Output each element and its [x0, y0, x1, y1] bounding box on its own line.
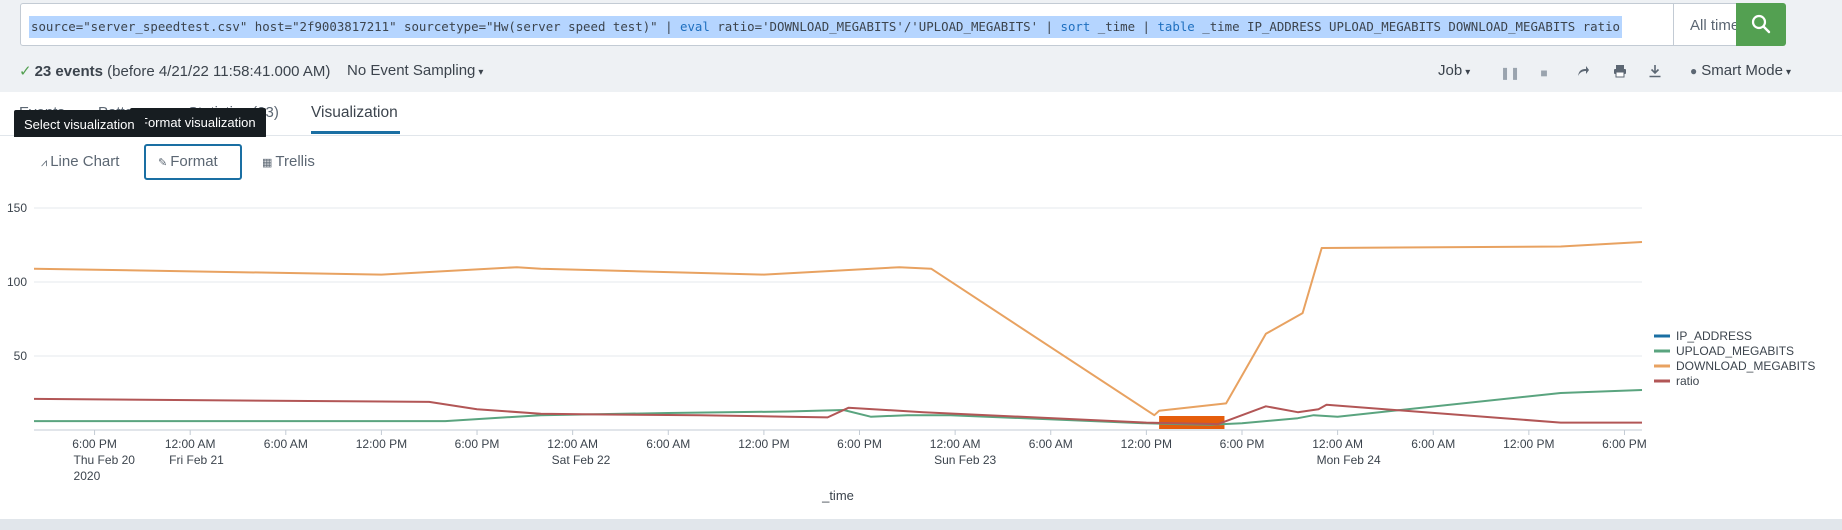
- x-tick-label: Thu Feb 20: [74, 453, 136, 467]
- visualization-toolbar: ⩘ Line Chart ✎ Format ▦ Trellis: [0, 137, 1842, 187]
- x-tick-label: 2020: [74, 469, 101, 483]
- x-tick-label: 12:00 PM: [1121, 437, 1172, 451]
- format-visualization-tooltip: Format visualization: [130, 108, 266, 144]
- y-tick-label: 100: [7, 275, 27, 289]
- line-chart-icon: ⩘: [41, 157, 48, 169]
- legend-label: DOWNLOAD_MEGABITS: [1676, 359, 1815, 373]
- x-tick-label: Sat Feb 22: [552, 453, 611, 467]
- legend-label: IP_ADDRESS: [1676, 329, 1752, 343]
- event-sampling-dropdown[interactable]: No Event Sampling ▾: [347, 62, 483, 79]
- y-tick-label: 150: [7, 201, 27, 215]
- x-tick-label: 6:00 AM: [1411, 437, 1455, 451]
- chevron-down-icon: ▾: [478, 67, 484, 78]
- line-chart-button[interactable]: ⩘ Line Chart: [28, 144, 132, 180]
- format-tooltip-text: Format visualization: [140, 115, 256, 130]
- events-count: 23 events: [34, 63, 103, 80]
- search-input[interactable]: source="server_speedtest.csv" host="2f90…: [20, 3, 1674, 46]
- line-chart-label: Line Chart: [50, 153, 120, 170]
- trellis-icon: ▦: [262, 157, 273, 169]
- x-tick-label: 12:00 AM: [547, 437, 598, 451]
- pencil-icon: ✎: [158, 157, 168, 169]
- search-mode-label: Smart Mode: [1701, 62, 1783, 79]
- search-button[interactable]: [1736, 3, 1786, 46]
- lightbulb-icon: ●: [1690, 64, 1698, 78]
- x-tick-label: 6:00 PM: [837, 437, 882, 451]
- x-tick-label: Mon Feb 24: [1317, 453, 1381, 467]
- active-tab-indicator: [311, 131, 400, 134]
- time-range-picker[interactable]: All time▾: [1674, 3, 1748, 46]
- query-text-segment: _time |: [1090, 19, 1158, 34]
- query-text-segment: _time IP_ADDRESS UPLOAD_MEGABITS DOWNLOA…: [1194, 19, 1620, 34]
- x-tick-label: 6:00 PM: [72, 437, 117, 451]
- x-axis-title: _time: [821, 488, 854, 503]
- search-mode-dropdown[interactable]: ● Smart Mode ▾: [1690, 62, 1791, 79]
- x-tick-label: 12:00 PM: [1503, 437, 1554, 451]
- format-button[interactable]: ✎ Format: [144, 144, 242, 180]
- x-tick-label: 6:00 PM: [455, 437, 500, 451]
- y-tick-label: 50: [14, 349, 28, 363]
- share-icon[interactable]: [1574, 64, 1592, 82]
- time-range-label: All time: [1690, 17, 1740, 34]
- line-chart: 50 100 150 6:00 PM Thu Feb 20 2020 12:00 AM Fri…: [0, 190, 1842, 520]
- x-tick-label: 6:00 AM: [264, 437, 308, 451]
- chart-svg: 50 100 150 6:00 PM Thu Feb 20 2020 12:00 AM Fri…: [7, 201, 1815, 503]
- search-icon: [1751, 14, 1771, 34]
- format-label: Format: [170, 153, 218, 170]
- x-tick-label: Fri Feb 21: [169, 453, 224, 467]
- job-label: Job: [1438, 62, 1463, 79]
- x-tick-label: 6:00 PM: [1602, 437, 1647, 451]
- tab-visualization[interactable]: Visualization: [311, 104, 398, 122]
- x-tick-label: 12:00 PM: [356, 437, 407, 451]
- results-tabs: Events Patterns Statistics (23) Visualiz…: [0, 92, 1842, 136]
- pause-icon[interactable]: ❚❚: [1500, 64, 1520, 82]
- search-query-text[interactable]: source="server_speedtest.csv" host="2f90…: [29, 16, 1622, 38]
- trellis-label: Trellis: [275, 153, 315, 170]
- events-status: ✓ 23 events (before 4/21/22 11:58:41.000 …: [19, 62, 330, 80]
- chevron-down-icon: ▾: [1465, 67, 1471, 78]
- query-command-keyword: eval: [680, 19, 710, 34]
- stop-icon[interactable]: ■: [1535, 64, 1553, 82]
- legend-label: ratio: [1676, 374, 1700, 388]
- query-text-segment: ratio='DOWNLOAD_MEGABITS'/'UPLOAD_MEGABI…: [709, 19, 1061, 34]
- x-tick-label: 12:00 AM: [1312, 437, 1363, 451]
- select-visualization-tooltip: Select visualization: [14, 110, 145, 146]
- series-line-upload-megabits: [34, 389, 1643, 426]
- export-icon[interactable]: [1646, 64, 1664, 82]
- legend-label: UPLOAD_MEGABITS: [1676, 344, 1794, 358]
- series-line-download-megabits: [33, 241, 1643, 417]
- trellis-button[interactable]: ▦ Trellis: [249, 144, 328, 180]
- events-detail: (before 4/21/22 11:58:41.000 AM): [107, 63, 331, 80]
- x-tick-label: Sun Feb 23: [934, 453, 996, 467]
- query-text-segment: source="server_speedtest.csv" host="2f90…: [31, 19, 681, 34]
- chevron-down-icon: ▾: [1785, 67, 1791, 78]
- footer-strip: [0, 519, 1842, 530]
- print-icon[interactable]: [1611, 64, 1629, 82]
- query-command-keyword: table: [1157, 19, 1195, 34]
- query-command-keyword: sort: [1060, 19, 1091, 34]
- job-status-row: ✓ 23 events (before 4/21/22 11:58:41.000 …: [0, 56, 1842, 92]
- x-tick-label: 12:00 AM: [165, 437, 216, 451]
- x-tick-label: 12:00 PM: [738, 437, 789, 451]
- job-menu-button[interactable]: Job ▾: [1438, 62, 1470, 79]
- check-icon: ✓: [19, 63, 32, 80]
- select-tooltip-text: Select visualization: [24, 117, 135, 132]
- x-tick-label: 6:00 AM: [1029, 437, 1073, 451]
- x-tick-label: 12:00 AM: [930, 437, 981, 451]
- x-tick-label: 6:00 PM: [1220, 437, 1265, 451]
- x-tick-label: 6:00 AM: [646, 437, 690, 451]
- sampling-label: No Event Sampling: [347, 62, 476, 79]
- search-bar-row: source="server_speedtest.csv" host="2f90…: [0, 0, 1842, 56]
